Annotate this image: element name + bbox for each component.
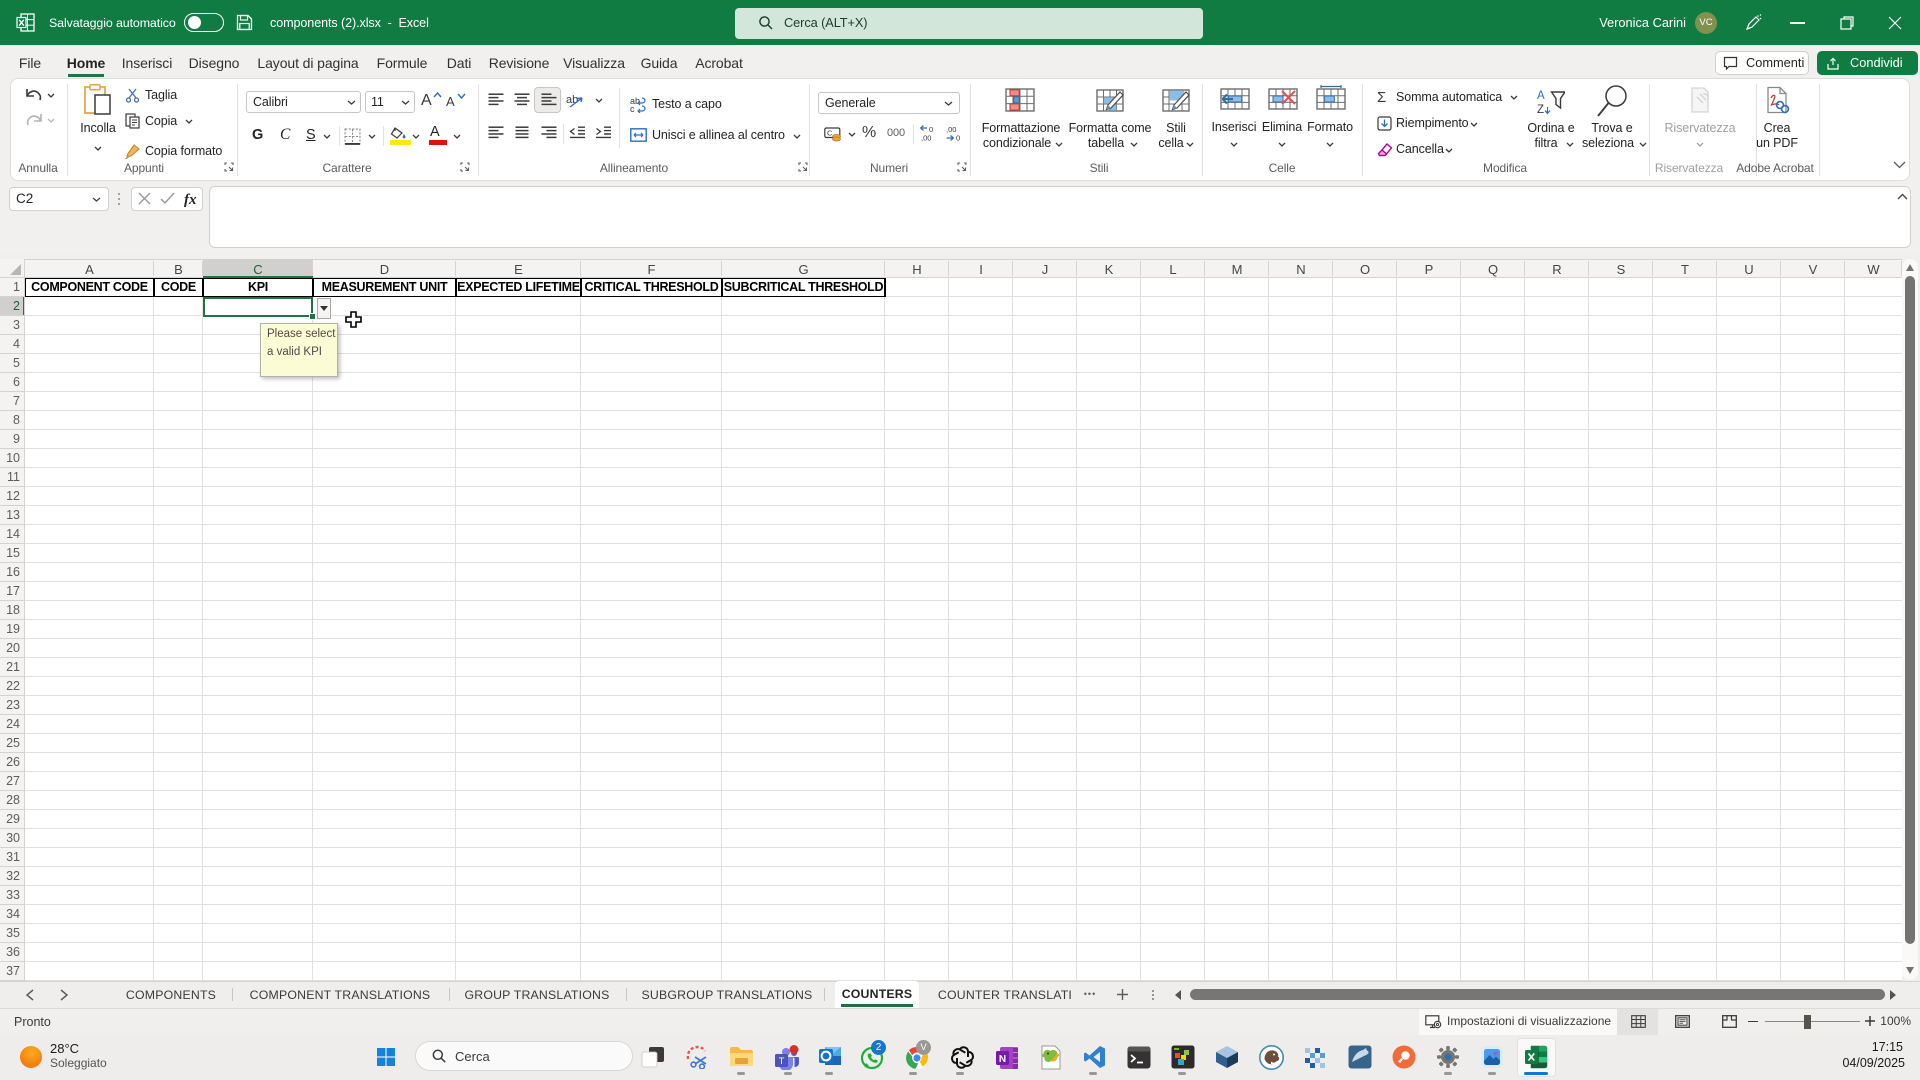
svg-text:Z: Z [1537,104,1544,116]
svg-text:ab: ab [566,94,578,106]
svg-text:A: A [1537,90,1545,102]
svg-text:T: T [779,1056,785,1067]
svg-text:c: c [630,104,635,113]
svg-text:N: N [999,1054,1006,1065]
